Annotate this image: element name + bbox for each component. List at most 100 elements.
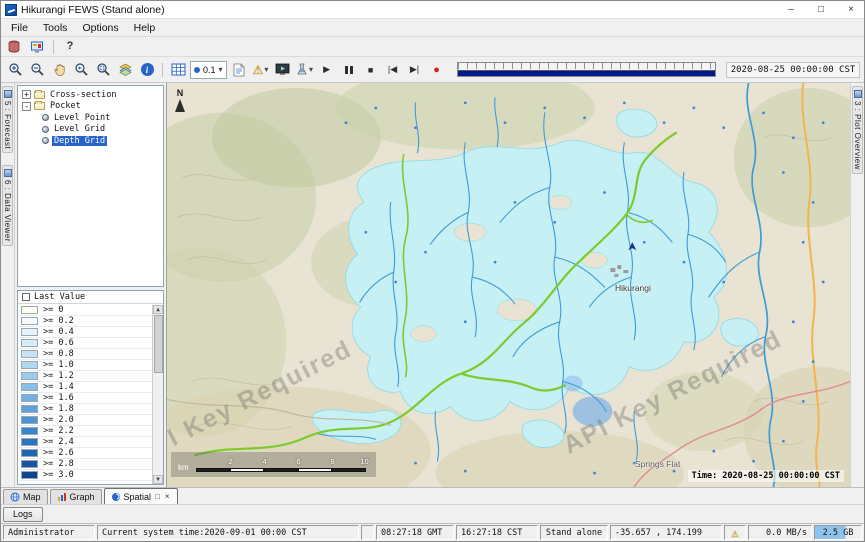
pause-button[interactable] [339, 60, 359, 79]
layers-button[interactable] [115, 60, 135, 79]
tree-row[interactable]: Depth Grid [18, 135, 163, 147]
legend-row: >= 1.0 [19, 360, 152, 371]
minimize-button[interactable]: – [778, 1, 804, 18]
stop-icon: ■ [368, 65, 373, 75]
chart-icon [57, 492, 67, 502]
record-button[interactable]: ● [427, 60, 447, 79]
folder-icon [34, 91, 45, 99]
scroll-down-icon[interactable]: ▼ [153, 475, 163, 484]
legend-swatch [21, 383, 38, 391]
pause-icon [345, 66, 353, 74]
legend-swatch [21, 471, 38, 479]
stop-button[interactable]: ■ [361, 60, 381, 79]
time-slider[interactable] [457, 62, 716, 77]
sidebar-tab-plot-overview[interactable]: 3 : Plot Overview [852, 86, 863, 174]
status-transfer-rate: 0.0 MB/s [748, 525, 812, 540]
tab-spatial[interactable]: Spatial □ × [104, 488, 178, 504]
legend-header: Last Value [18, 291, 163, 304]
info-icon: i [141, 63, 154, 76]
tree-row[interactable]: Level Grid [18, 124, 163, 136]
tree-item-depth-grid[interactable]: Depth Grid [52, 136, 107, 146]
hand-icon [52, 62, 67, 77]
tree-item-cross-section[interactable]: Cross-section [48, 90, 119, 100]
status-spacer [361, 525, 374, 540]
database-icon [7, 40, 21, 54]
chevron-down-icon: ▾ [219, 65, 223, 74]
legend-swatch [21, 350, 38, 358]
animation-button[interactable] [273, 60, 293, 79]
tree-row[interactable]: + Cross-section [18, 89, 163, 101]
legend-label: >= 0.6 [43, 338, 74, 348]
layer-grid-icon [42, 126, 49, 133]
menu-help[interactable]: Help [127, 21, 163, 35]
display-button[interactable] [27, 37, 47, 56]
pan-button[interactable] [49, 60, 69, 79]
info-button[interactable]: i [137, 60, 157, 79]
close-button[interactable]: × [838, 1, 864, 18]
toolbar-separator [53, 40, 54, 54]
step-forward-button[interactable]: ▶| [405, 60, 425, 79]
play-button[interactable]: ▶ [317, 60, 337, 79]
menu-options[interactable]: Options [75, 21, 125, 35]
sidebar-tab-data-viewer[interactable]: 6 : Data Viewer [2, 165, 13, 246]
legend-scrollbar[interactable]: ▲ ▼ [152, 305, 163, 484]
zoom-extent-button[interactable] [93, 60, 113, 79]
grid-display-button[interactable] [168, 60, 188, 79]
expander-icon[interactable]: + [22, 90, 31, 99]
help-button[interactable]: ? [60, 37, 80, 56]
legend-swatch [21, 449, 38, 457]
tab-map[interactable]: Map [3, 489, 48, 504]
current-datetime-display: 2020-08-25 00:00:00 CST [726, 62, 860, 78]
toolbar-separator [162, 63, 163, 77]
database-button[interactable] [4, 37, 24, 56]
tab-restore-icon[interactable]: □ [154, 493, 161, 501]
legend-swatch [21, 317, 38, 325]
point-size-value: 0.1 [203, 65, 216, 75]
legend-label: >= 2.0 [43, 415, 74, 425]
view-tabs: Map Graph Spatial □ × [1, 487, 864, 504]
legend-row: >= 1.6 [19, 393, 152, 404]
tab-spatial-label: Spatial [124, 492, 152, 502]
expander-icon[interactable]: - [22, 102, 31, 111]
sidebar-tab-forecast[interactable]: 5 : Forecast [2, 86, 13, 153]
step-back-button[interactable]: |◀ [383, 60, 403, 79]
legend-label: >= 0 [43, 305, 63, 315]
profile-dropdown[interactable]: ▾ [295, 60, 315, 79]
thresholds-dropdown[interactable]: ⚠ ▾ [251, 60, 271, 79]
legend-row: >= 1.2 [19, 371, 152, 382]
zoom-previous-button[interactable] [71, 60, 91, 79]
zoom-in-button[interactable] [5, 60, 25, 79]
last-value-checkbox[interactable] [22, 293, 30, 301]
legend-row: >= 0 [19, 305, 152, 316]
legend-row: >= 2.6 [19, 448, 152, 459]
scrollbar-thumb[interactable] [154, 315, 163, 373]
tab-graph[interactable]: Graph [50, 489, 102, 504]
legend-row: >= 3.0 [19, 470, 152, 481]
maximize-button[interactable]: □ [808, 1, 834, 18]
tree-row[interactable]: - Pocket [18, 101, 163, 113]
scroll-up-icon[interactable]: ▲ [153, 305, 163, 314]
point-size-select[interactable]: 0.1 ▾ [190, 61, 227, 79]
timeseries-doc-button[interactable] [229, 60, 249, 79]
legend-swatch [21, 427, 38, 435]
data-viewer-icon [4, 169, 12, 177]
zoom-out-button[interactable] [27, 60, 47, 79]
map-canvas[interactable] [167, 83, 850, 487]
menu-file[interactable]: File [4, 21, 35, 35]
tab-close-icon[interactable]: × [164, 493, 171, 501]
right-tab-strip: 3 : Plot Overview [850, 83, 864, 487]
menu-tools[interactable]: Tools [36, 21, 75, 35]
tree-row[interactable]: Level Point [18, 112, 163, 124]
legend-swatch [21, 361, 38, 369]
status-warning[interactable]: ⚠ [724, 525, 746, 540]
logs-button[interactable]: Logs [3, 507, 43, 522]
layer-point-icon [42, 114, 49, 121]
tree-item-level-point[interactable]: Level Point [52, 113, 112, 123]
status-memory[interactable]: 2.5 GB [814, 525, 862, 540]
tree-item-pocket[interactable]: Pocket [48, 101, 83, 111]
zoom-out-icon [30, 62, 45, 77]
window-title: Hikurangi FEWS (Stand alone) [21, 4, 774, 16]
legend-title: Last Value [34, 292, 85, 302]
tree-item-level-grid[interactable]: Level Grid [52, 124, 107, 134]
legend-label: >= 0.2 [43, 316, 74, 326]
